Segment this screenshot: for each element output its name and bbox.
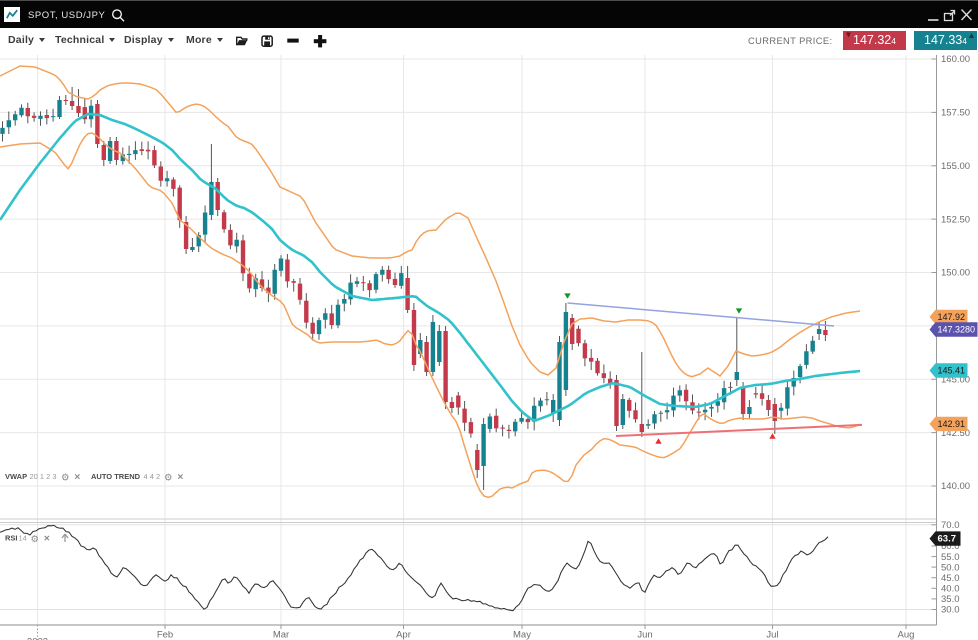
svg-text:VWAP: VWAP — [5, 472, 27, 481]
svg-text:55.0: 55.0 — [941, 552, 960, 563]
svg-text:147.92: 147.92 — [938, 312, 966, 322]
svg-text:20 1 2 3: 20 1 2 3 — [30, 472, 57, 481]
svg-text:30.0: 30.0 — [941, 605, 960, 616]
svg-text:155.00: 155.00 — [941, 161, 970, 172]
svg-text:35.0: 35.0 — [941, 594, 960, 605]
svg-text:⚙: ⚙ — [61, 473, 70, 484]
svg-text:145.41: 145.41 — [938, 366, 966, 376]
svg-text:150.00: 150.00 — [941, 268, 970, 279]
svg-text:⚙: ⚙ — [31, 534, 40, 545]
svg-text:RSI: RSI — [5, 534, 18, 543]
svg-text:160.00: 160.00 — [941, 54, 970, 65]
svg-text:✕: ✕ — [44, 534, 51, 543]
svg-text:Apr: Apr — [396, 630, 411, 640]
svg-text:Mar: Mar — [273, 630, 289, 640]
svg-text:14: 14 — [19, 534, 27, 543]
svg-text:157.50: 157.50 — [941, 108, 970, 119]
svg-text:Jun: Jun — [637, 630, 652, 640]
svg-text:Aug: Aug — [898, 630, 915, 640]
svg-text:Jul: Jul — [766, 630, 778, 640]
svg-text:AUTO TREND: AUTO TREND — [91, 472, 141, 481]
svg-text:Feb: Feb — [157, 630, 173, 640]
svg-text:147.3280: 147.3280 — [938, 325, 976, 335]
svg-text:142.91: 142.91 — [938, 419, 966, 429]
svg-text:✕: ✕ — [177, 473, 184, 482]
svg-text:2023: 2023 — [27, 637, 48, 640]
svg-text:✕: ✕ — [74, 473, 81, 482]
svg-text:45.0: 45.0 — [941, 573, 960, 584]
svg-text:152.50: 152.50 — [941, 214, 970, 225]
svg-text:⚙: ⚙ — [164, 473, 173, 484]
svg-text:50.0: 50.0 — [941, 562, 960, 573]
svg-text:40.0: 40.0 — [941, 584, 960, 595]
svg-text:4 4 2: 4 4 2 — [144, 472, 161, 481]
svg-text:May: May — [513, 630, 531, 640]
svg-text:140.00: 140.00 — [941, 481, 970, 492]
svg-text:70.0: 70.0 — [941, 520, 960, 531]
svg-text:63.7: 63.7 — [938, 534, 957, 545]
